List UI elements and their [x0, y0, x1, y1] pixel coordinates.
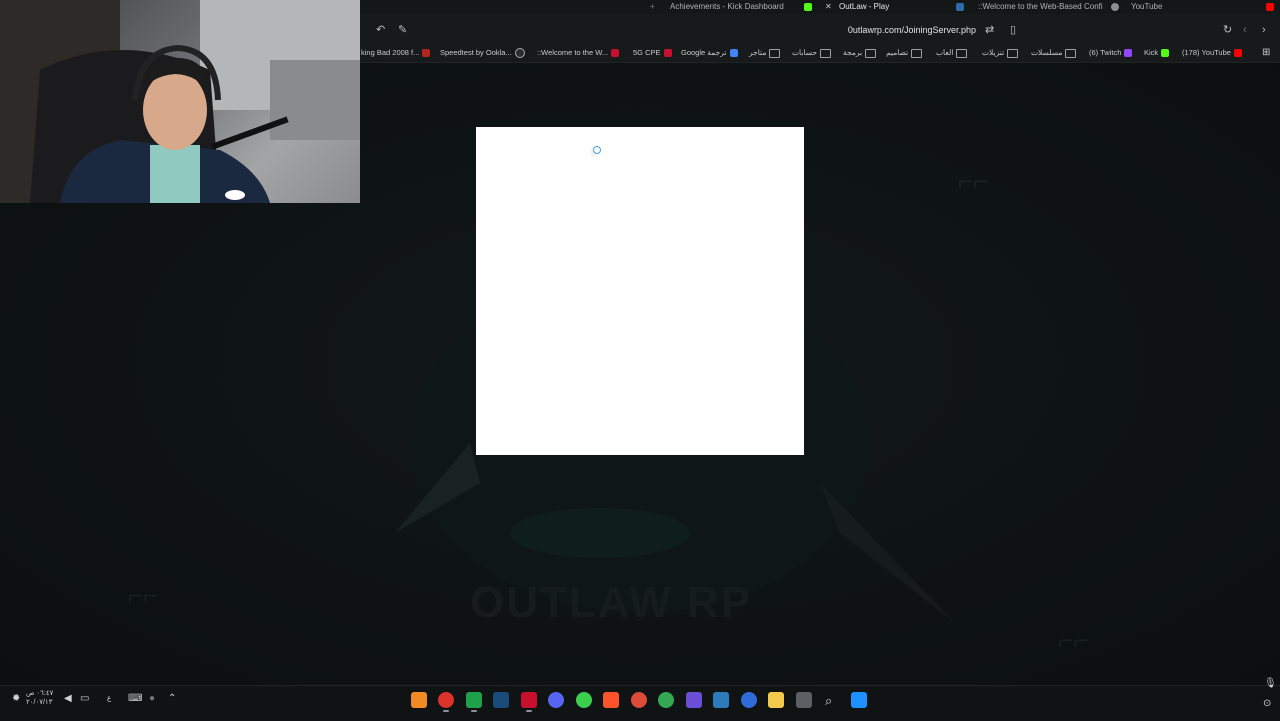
emblem-glow	[510, 508, 690, 558]
tab-label: OutLaw - Play	[839, 2, 890, 11]
webcam-shirt	[150, 145, 200, 203]
bg-logo-icon: ⌐⌐	[128, 580, 159, 610]
bookmark-folder-accounts[interactable]: حسابات	[792, 48, 832, 58]
search-icon[interactable]: ⌕	[825, 693, 832, 709]
webcam-overlay	[0, 0, 360, 203]
youtube-icon	[1233, 49, 1242, 58]
folder-icon	[769, 48, 781, 58]
app-running-indicator	[526, 710, 532, 712]
kick-icon	[804, 3, 812, 11]
brave-icon[interactable]	[603, 692, 619, 708]
taskbar-app-icon[interactable]	[411, 692, 427, 708]
tray-overflow-icon[interactable]: ⌃	[168, 693, 176, 704]
clock-date[interactable]: ٢٠/٠٧/١٣	[26, 699, 52, 707]
bookmark-twitch[interactable]: (6) Twitch	[1089, 48, 1133, 58]
windows-start-icon[interactable]	[851, 692, 867, 708]
notification-icon[interactable]: ⊙	[1263, 698, 1271, 709]
language-indicator[interactable]: ع	[107, 695, 111, 703]
bookmark-folder-games[interactable]: العاب	[936, 48, 968, 58]
tab-label: Achievements - Kick Dashboard	[670, 2, 784, 11]
taskbar-app-icon[interactable]	[796, 692, 812, 708]
file-explorer-icon[interactable]	[768, 692, 784, 708]
huawei-icon	[663, 49, 672, 58]
keyboard-icon[interactable]: ⌨	[128, 693, 142, 704]
folder-icon	[820, 48, 832, 58]
outlaw-watermark: OUTLAW RP	[470, 578, 752, 627]
globe-icon	[1111, 3, 1119, 11]
emblem-wing-right	[820, 483, 955, 623]
network-icon[interactable]: ▭	[80, 693, 89, 704]
microphone-icon[interactable]: ●	[149, 693, 155, 704]
loading-box	[476, 127, 804, 455]
bookmark-speedtest[interactable]: Speedtest by Ookla...	[440, 48, 525, 59]
bookmark-welcome[interactable]: ::Welcome to the W...	[537, 48, 620, 58]
forward-icon[interactable]: ‹	[1243, 24, 1247, 36]
taskbar-app-icon[interactable]	[686, 692, 702, 708]
webcam-light	[225, 190, 245, 200]
folder-icon	[956, 48, 968, 58]
tab-label: YouTube	[1131, 2, 1163, 11]
twitch-icon	[1124, 49, 1133, 58]
app-running-indicator	[443, 710, 449, 712]
bookmark-kick[interactable]: Kick	[1144, 48, 1170, 58]
bookmark-favicon-icon	[422, 49, 431, 58]
tab-achievements[interactable]: Achievements - Kick Dashboard	[670, 0, 784, 14]
folder-icon	[1065, 48, 1077, 58]
taskbar-app-icon[interactable]	[741, 692, 757, 708]
settings-icon[interactable]: ✹	[12, 693, 20, 704]
bookmark-google-translate[interactable]: Google ترجمة	[681, 48, 738, 58]
discord-icon[interactable]	[548, 692, 564, 708]
translate-icon	[729, 49, 738, 58]
huawei-icon	[611, 49, 620, 58]
extensions-icon[interactable]: ✎	[398, 24, 407, 36]
volume-icon[interactable]: ◀	[64, 693, 72, 704]
microphone-status-icon: 🎙	[1264, 678, 1277, 689]
bookmark-folder-series[interactable]: مسلسلات	[1031, 48, 1077, 58]
kick-icon	[1161, 49, 1170, 58]
close-tab-icon[interactable]: ✕	[825, 0, 832, 14]
chrome-icon[interactable]	[631, 692, 647, 708]
taskbar-app-icon[interactable]	[576, 692, 592, 708]
bookmark-folder-designs[interactable]: تصاميم	[886, 48, 923, 58]
taskbar-app-icon[interactable]	[521, 692, 537, 708]
bookmark-folder-stores[interactable]: متاجر	[749, 48, 781, 58]
apps-grid-icon[interactable]: ⊞	[1262, 48, 1270, 58]
webcam-face	[143, 70, 207, 150]
site-settings-icon[interactable]: ⇄	[985, 24, 994, 36]
tab-label: ::Welcome to the Web-Based Confi	[978, 2, 1103, 11]
speedtest-icon	[514, 48, 525, 59]
back-icon[interactable]: ›	[1262, 24, 1266, 36]
tab-youtube[interactable]: YouTube	[1131, 0, 1162, 14]
taskbar-app-icon[interactable]	[438, 692, 454, 708]
app-running-indicator	[471, 710, 477, 712]
folder-icon	[1007, 48, 1019, 58]
folder-icon	[911, 48, 923, 58]
youtube-icon	[1266, 3, 1274, 11]
taskbar-app-icon[interactable]	[493, 692, 509, 708]
webcam-shelf	[270, 60, 360, 140]
tab-outlaw-play[interactable]: OutLaw - Play	[839, 0, 889, 14]
clock-time[interactable]: ٠٦:٤٧ ص	[26, 690, 53, 698]
new-tab-button[interactable]: +	[650, 0, 655, 14]
reload-icon[interactable]: ↻	[1223, 24, 1232, 36]
bg-logo-icon: ⌐⌐	[958, 166, 989, 196]
taskbar-app-icon[interactable]	[466, 692, 482, 708]
webcam-image	[0, 0, 360, 203]
bookmark-breaking-bad[interactable]: king Bad 2008 f...	[361, 48, 431, 58]
undo-icon[interactable]: ↶	[376, 24, 385, 36]
bookmark-icon[interactable]: ▯	[1010, 24, 1016, 36]
bookmark-folder-downloads[interactable]: تنزيلات	[982, 48, 1019, 58]
folder-icon	[865, 48, 877, 58]
chrome-icon[interactable]	[658, 692, 674, 708]
outlaw-favicon-icon	[956, 3, 964, 11]
bookmark-youtube[interactable]: (178) YouTube	[1182, 48, 1242, 58]
loading-spinner-icon	[593, 146, 601, 154]
bookmark-folder-programming[interactable]: برمجة	[843, 48, 877, 58]
taskbar-app-icon[interactable]	[713, 692, 729, 708]
address-bar[interactable]: 0utlawrp.com/JoiningServer.php	[848, 25, 976, 35]
tab-web-config[interactable]: ::Welcome to the Web-Based Confi	[978, 0, 1103, 14]
bg-logo-icon: ⌐⌐	[1058, 625, 1089, 655]
bookmark-5g-cpe[interactable]: 5G CPE	[633, 48, 672, 58]
